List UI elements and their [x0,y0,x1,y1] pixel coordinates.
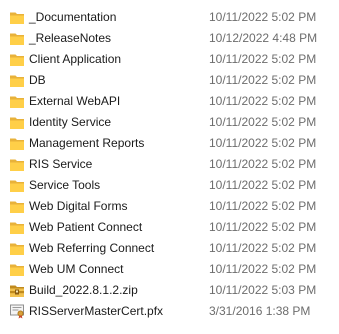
date-modified: 10/11/2022 5:03 PM [209,283,317,297]
folder-row[interactable]: Web Patient Connect 10/11/2022 5:02 PM [0,217,339,238]
folder-row[interactable]: Web Referring Connect 10/11/2022 5:02 PM [0,238,339,259]
file-name: Service Tools [29,178,101,192]
date-modified: 10/11/2022 5:02 PM [209,178,317,192]
folder-icon [9,178,25,193]
folder-icon [9,52,25,67]
file-name: RIS Service [29,157,93,171]
file-name: Management Reports [29,136,145,150]
file-name: Build_2022.8.1.2.zip [29,283,138,297]
file-row[interactable]: Build_2022.8.1.2.zip 10/11/2022 5:03 PM [0,280,339,301]
date-modified: 10/12/2022 4:48 PM [209,31,318,45]
date-modified: 10/11/2022 5:02 PM [209,157,317,171]
folder-icon [9,220,25,235]
certificate-icon [9,304,25,319]
folder-icon [9,241,25,256]
folder-icon [9,10,25,25]
date-modified: 10/11/2022 5:02 PM [209,262,317,276]
date-modified: 3/31/2016 1:38 PM [209,304,311,318]
folder-row[interactable]: _Documentation 10/11/2022 5:02 PM [0,7,339,28]
folder-row[interactable]: Client Application 10/11/2022 5:02 PM [0,49,339,70]
folder-icon [9,115,25,130]
folder-row[interactable]: DB 10/11/2022 5:02 PM [0,70,339,91]
folder-row[interactable]: RIS Service 10/11/2022 5:02 PM [0,154,339,175]
file-name: External WebAPI [29,94,121,108]
date-modified: 10/11/2022 5:02 PM [209,115,317,129]
folder-icon [9,157,25,172]
date-modified: 10/11/2022 5:02 PM [209,10,317,24]
date-modified: 10/11/2022 5:02 PM [209,52,317,66]
file-row[interactable]: RISServerMasterCert.pfx 3/31/2016 1:38 PM [0,301,339,322]
folder-row[interactable]: _ReleaseNotes 10/12/2022 4:48 PM [0,28,339,49]
folder-icon [9,94,25,109]
folder-icon [9,199,25,214]
date-modified: 10/11/2022 5:02 PM [209,73,317,87]
folder-row[interactable]: Service Tools 10/11/2022 5:02 PM [0,175,339,196]
folder-icon [9,31,25,46]
file-name: Identity Service [29,115,112,129]
folder-icon [9,262,25,277]
date-modified: 10/11/2022 5:02 PM [209,220,317,234]
zip-archive-icon [9,283,25,298]
file-list: _Documentation 10/11/2022 5:02 PM _Release… [0,7,339,322]
file-name: _Documentation [29,10,117,24]
folder-row[interactable]: Web UM Connect 10/11/2022 5:02 PM [0,259,339,280]
file-name: Web Referring Connect [29,241,155,255]
folder-icon [9,73,25,88]
date-modified: 10/11/2022 5:02 PM [209,94,317,108]
folder-row[interactable]: Identity Service 10/11/2022 5:02 PM [0,112,339,133]
folder-row[interactable]: Management Reports 10/11/2022 5:02 PM [0,133,339,154]
file-name: RISServerMasterCert.pfx [29,304,164,318]
folder-row[interactable]: External WebAPI 10/11/2022 5:02 PM [0,91,339,112]
folder-icon [9,136,25,151]
file-name: Web UM Connect [29,262,124,276]
date-modified: 10/11/2022 5:02 PM [209,241,317,255]
file-name: DB [29,73,46,87]
file-name: Web Patient Connect [29,220,143,234]
file-name: _ReleaseNotes [29,31,112,45]
file-name: Client Application [29,52,122,66]
folder-row[interactable]: Web Digital Forms 10/11/2022 5:02 PM [0,196,339,217]
date-modified: 10/11/2022 5:02 PM [209,199,317,213]
file-name: Web Digital Forms [29,199,128,213]
date-modified: 10/11/2022 5:02 PM [209,136,317,150]
